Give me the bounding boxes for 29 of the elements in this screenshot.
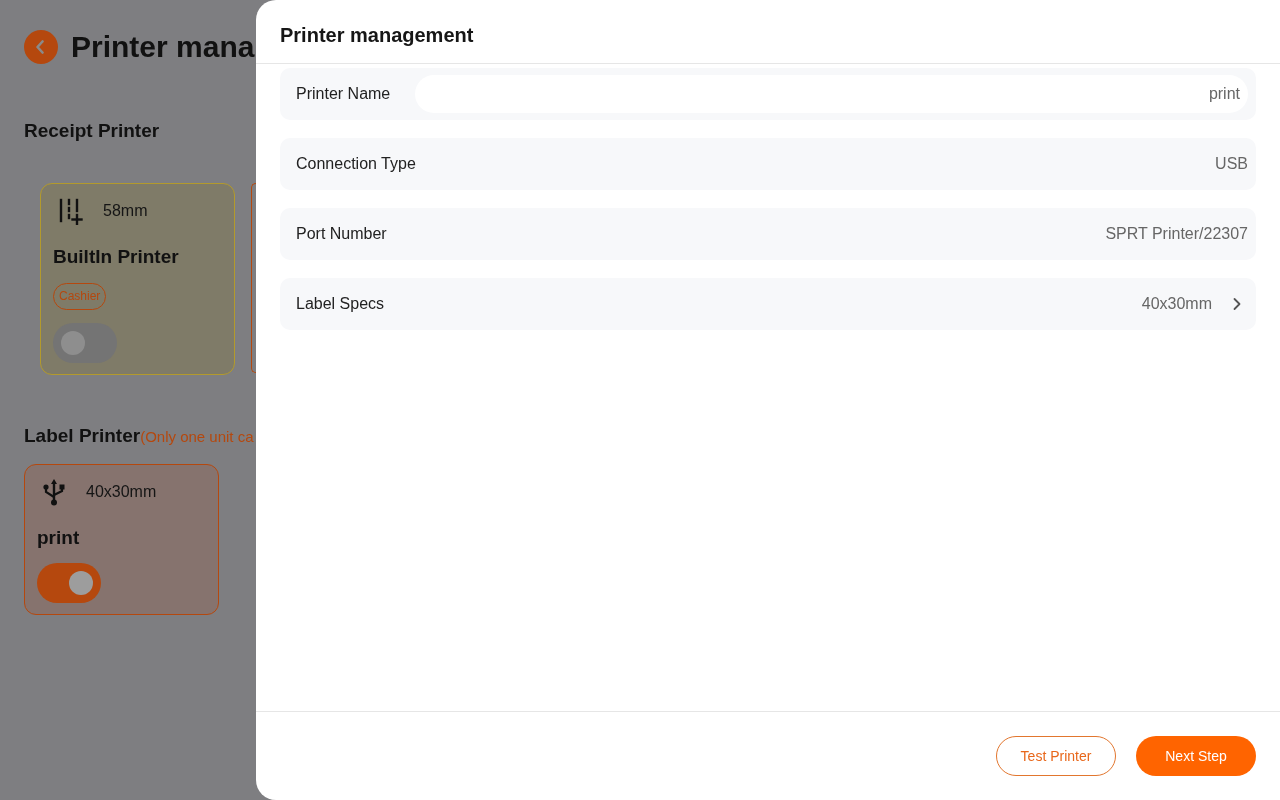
section-title: Receipt Printer — [24, 119, 160, 143]
section-title: Label Printer — [24, 424, 141, 448]
field-value: USB — [1215, 155, 1248, 173]
field-value: SPRT Printer/22307 — [1105, 225, 1248, 243]
paper-size: 40x30mm — [86, 483, 157, 501]
section-note: (Only one unit ca — [140, 428, 254, 445]
drawer-title: Printer management — [280, 24, 474, 47]
test-printer-button[interactable]: Test Printer — [996, 736, 1116, 776]
field-value: 40x30mm — [1141, 295, 1212, 313]
printer-icon — [58, 197, 86, 225]
printer-name: print — [37, 526, 80, 550]
toggle-switch[interactable] — [53, 323, 117, 363]
toggle-switch[interactable] — [37, 563, 101, 603]
chevron-left-icon — [36, 40, 44, 54]
printer-card[interactable]: 40x30mm print — [24, 464, 219, 615]
printer-card[interactable]: 58mm BuiltIn Printer Cashier — [40, 183, 235, 375]
input-field[interactable]: print — [415, 75, 1248, 113]
printer-name: BuiltIn Printer — [53, 245, 179, 269]
back-button[interactable] — [24, 30, 58, 64]
field-label: Label Specs — [296, 295, 385, 313]
next-step-button[interactable]: Next Step — [1136, 736, 1256, 776]
form-row[interactable]: Label Specs 40x30mm — [280, 278, 1256, 330]
chevron-right-icon — [1232, 297, 1242, 311]
usb-icon — [43, 478, 65, 506]
field-label: Port Number — [296, 225, 387, 243]
page-title: Printer mana — [71, 30, 255, 64]
paper-size: 58mm — [103, 202, 148, 220]
field-label: Connection Type — [296, 155, 416, 173]
field-label: Printer Name — [296, 85, 391, 103]
